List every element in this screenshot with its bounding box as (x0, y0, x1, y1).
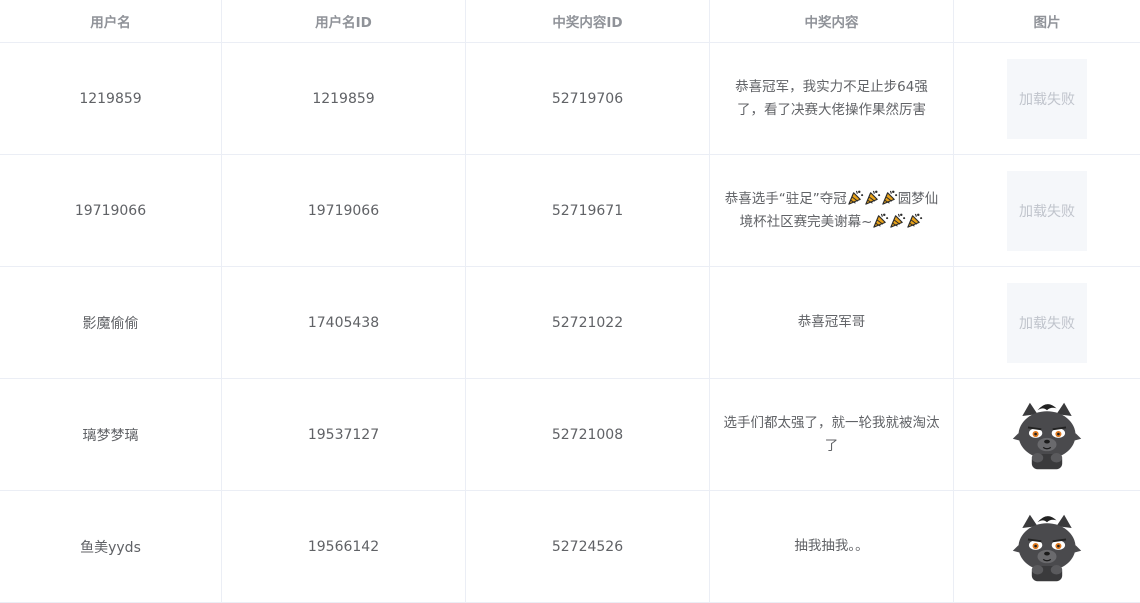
image-load-failed[interactable]: 加载失败 (1007, 170, 1087, 251)
user-id-cell: 17405438 (222, 267, 466, 378)
table-row[interactable]: 影魔偷偷 17405438 52721022 恭喜冠军哥 加载失败 (0, 267, 1140, 379)
image-load-failed[interactable]: 加载失败 (1007, 58, 1087, 139)
table-row[interactable]: 璃梦梦璃 19537127 52721008 选手们都太强了，就一轮我就被淘汰了 (0, 379, 1140, 491)
content-cell: 抽我抽我。。 (710, 491, 954, 602)
image-load-failed[interactable]: 加载失败 (1007, 282, 1087, 363)
content-id-cell: 52724526 (466, 491, 710, 602)
party-popper-icon (847, 189, 864, 206)
content-text: 恭喜选手“驻足”夺冠 圆梦仙境杯社区赛完美谢幕~ (722, 188, 941, 234)
username-cell: 1219859 (0, 43, 222, 154)
user-id-cell: 19566142 (222, 491, 466, 602)
wolf-avatar-icon[interactable] (1007, 395, 1087, 475)
prize-table: 用户名 用户名ID 中奖内容ID 中奖内容 图片 1219859 1219859… (0, 0, 1140, 603)
content-cell: 恭喜冠军，我实力不足止步64强了，看了决赛大佬操作果然厉害 (710, 43, 954, 154)
table-header-row: 用户名 用户名ID 中奖内容ID 中奖内容 图片 (0, 0, 1140, 43)
header-content-id[interactable]: 中奖内容ID (466, 0, 710, 42)
image-cell (954, 379, 1140, 490)
username-cell: 19719066 (0, 155, 222, 266)
content-text: 抽我抽我。。 (794, 538, 869, 554)
username-cell: 影魔偷偷 (0, 267, 222, 378)
username-cell: 鱼美yyds (0, 491, 222, 602)
username-cell: 璃梦梦璃 (0, 379, 222, 490)
content-id-cell: 52721022 (466, 267, 710, 378)
content-text: 选手们都太强了，就一轮我就被淘汰了 (723, 414, 940, 454)
party-popper-icon (889, 212, 906, 229)
table-row[interactable]: 鱼美yyds 19566142 52724526 抽我抽我。。 (0, 491, 1140, 603)
content-cell: 恭喜选手“驻足”夺冠 圆梦仙境杯社区赛完美谢幕~ (710, 155, 954, 266)
header-image[interactable]: 图片 (954, 0, 1140, 42)
user-id-cell: 1219859 (222, 43, 466, 154)
content-cell: 恭喜冠军哥 (710, 267, 954, 378)
content-id-cell: 52719706 (466, 43, 710, 154)
image-cell: 加载失败 (954, 267, 1140, 378)
content-text-part: 恭喜选手“驻足”夺冠 (724, 190, 847, 207)
user-id-cell: 19719066 (222, 155, 466, 266)
content-id-cell: 52719671 (466, 155, 710, 266)
party-popper-icon (864, 189, 881, 206)
image-cell (954, 491, 1140, 602)
header-content[interactable]: 中奖内容 (710, 0, 954, 42)
wolf-avatar-icon[interactable] (1007, 507, 1087, 587)
user-id-cell: 19537127 (222, 379, 466, 490)
image-cell: 加载失败 (954, 155, 1140, 266)
image-cell: 加载失败 (954, 43, 1140, 154)
header-username[interactable]: 用户名 (0, 0, 222, 42)
party-popper-icon (881, 189, 898, 206)
table-row[interactable]: 19719066 19719066 52719671 恭喜选手“驻足”夺冠 圆梦仙… (0, 155, 1140, 267)
party-popper-icon (872, 212, 889, 229)
header-user-id[interactable]: 用户名ID (222, 0, 466, 42)
content-cell: 选手们都太强了，就一轮我就被淘汰了 (710, 379, 954, 490)
content-text: 恭喜冠军，我实力不足止步64强了，看了决赛大佬操作果然厉害 (735, 78, 928, 118)
table-row[interactable]: 1219859 1219859 52719706 恭喜冠军，我实力不足止步64强… (0, 43, 1140, 155)
content-text: 恭喜冠军哥 (797, 314, 866, 330)
party-popper-icon (906, 212, 923, 229)
content-id-cell: 52721008 (466, 379, 710, 490)
